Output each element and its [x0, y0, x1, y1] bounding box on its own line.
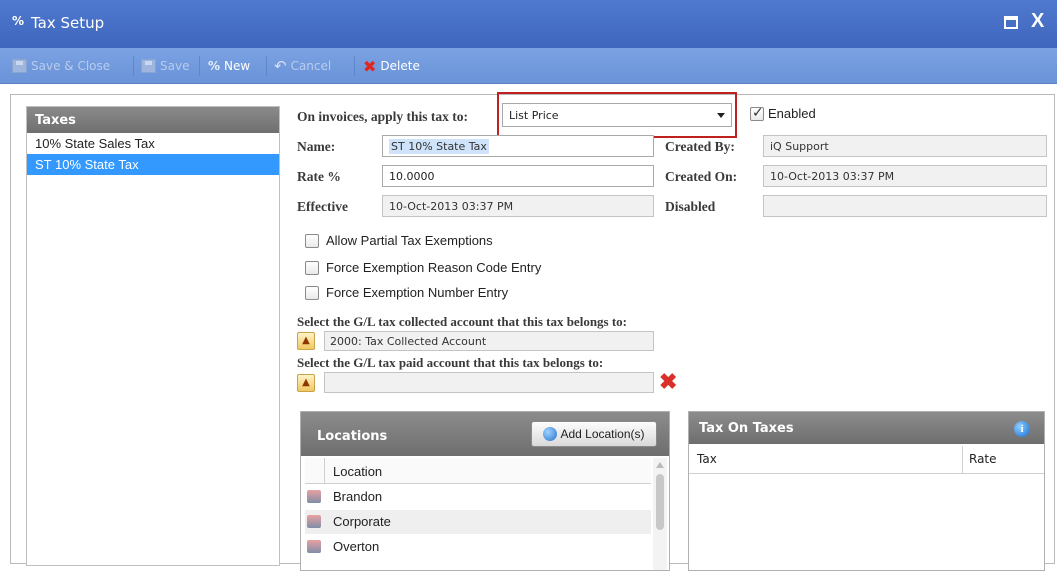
- maximize-icon[interactable]: [1004, 16, 1018, 29]
- rate-field[interactable]: 10.0000: [382, 165, 654, 187]
- scroll-thumb[interactable]: [656, 474, 664, 530]
- rate-label: Rate %: [297, 169, 341, 184]
- gl-paid-field[interactable]: [324, 372, 654, 393]
- tax-column-header[interactable]: Tax: [697, 452, 717, 466]
- created-on-field: 10-Oct-2013 03:37 PM: [763, 165, 1047, 187]
- account-lookup-icon[interactable]: ▲: [297, 332, 315, 350]
- highlight-box: [497, 92, 737, 138]
- info-icon[interactable]: i: [1014, 421, 1030, 437]
- name-value: ST 10% State Tax: [389, 139, 489, 154]
- enabled-label: Enabled: [768, 106, 816, 121]
- gl-collected-field[interactable]: 2000: Tax Collected Account: [324, 331, 654, 351]
- clear-icon[interactable]: ✖: [659, 371, 677, 393]
- apply-to-label: On invoices, apply this tax to:: [297, 109, 469, 124]
- cancel-label: Cancel: [290, 59, 332, 73]
- location-name: Overton: [333, 539, 380, 554]
- locations-title: Locations: [317, 429, 388, 444]
- toolbar-separator: [199, 56, 200, 76]
- tax-on-taxes-panel: Tax On Taxes i Tax Rate: [688, 411, 1045, 571]
- save-icon: [141, 59, 156, 73]
- delete-icon: ✖: [363, 56, 377, 76]
- save-close-button[interactable]: Save & Close: [12, 58, 110, 74]
- toolbar-separator: [133, 56, 134, 76]
- locations-grid-header: Location: [305, 458, 651, 484]
- location-name: Corporate: [333, 514, 391, 529]
- exemption-number-checkbox[interactable]: [305, 286, 319, 300]
- disabled-label: Disabled: [665, 199, 716, 214]
- add-location-button[interactable]: Add Location(s): [531, 421, 657, 447]
- table-row[interactable]: Corporate: [305, 510, 651, 534]
- taxes-panel: Taxes 10% State Sales Tax ST 10% State T…: [26, 106, 280, 566]
- effective-label: Effective: [297, 199, 348, 214]
- save-label: Save: [160, 59, 190, 73]
- window-title: Tax Setup: [31, 14, 105, 32]
- allow-partial-checkbox[interactable]: [305, 234, 319, 248]
- tax-on-taxes-header: Tax On Taxes i: [689, 412, 1044, 444]
- location-icon: [307, 540, 321, 553]
- exemption-number-label: Force Exemption Number Entry: [326, 285, 509, 300]
- tax-list-item[interactable]: 10% State Sales Tax: [27, 133, 279, 154]
- save-button[interactable]: Save: [141, 58, 189, 74]
- delete-button[interactable]: ✖ Delete: [363, 56, 420, 76]
- taxes-header: Taxes: [27, 107, 279, 133]
- row-header: [305, 458, 325, 483]
- title-bar: % Tax Setup X: [0, 0, 1057, 48]
- location-column-header[interactable]: Location: [333, 464, 382, 479]
- add-location-label: Add Location(s): [560, 427, 645, 441]
- table-row[interactable]: Overton: [305, 535, 651, 559]
- locations-panel: Locations Add Location(s) Location Brand…: [300, 411, 670, 571]
- toolbar: Save & Close Save % New ↶ Cancel ✖ Delet…: [0, 48, 1057, 84]
- save-icon: [12, 59, 27, 73]
- tax-on-taxes-title: Tax On Taxes: [699, 421, 794, 436]
- toolbar-separator: [354, 56, 355, 76]
- name-label: Name:: [297, 139, 336, 154]
- scroll-up-icon[interactable]: [656, 462, 664, 468]
- location-icon: [307, 515, 321, 528]
- rate-column-header[interactable]: Rate: [969, 452, 997, 466]
- vertical-scrollbar[interactable]: [653, 458, 667, 570]
- reason-code-checkbox[interactable]: [305, 261, 319, 275]
- undo-icon: ↶: [274, 57, 287, 75]
- gl-paid-label: Select the G/L tax paid account that thi…: [297, 355, 604, 370]
- new-button[interactable]: % New: [208, 58, 250, 74]
- disabled-field: [763, 195, 1047, 217]
- locations-header: Locations Add Location(s): [301, 412, 669, 456]
- globe-icon: [543, 427, 558, 441]
- created-by-field: iQ Support: [763, 135, 1047, 157]
- created-by-label: Created By:: [665, 139, 735, 154]
- created-on-label: Created On:: [665, 169, 738, 184]
- effective-field: 10-Oct-2013 03:37 PM: [382, 195, 654, 217]
- close-icon[interactable]: X: [1031, 10, 1044, 33]
- delete-label: Delete: [380, 59, 420, 73]
- location-icon: [307, 490, 321, 503]
- column-divider: [962, 446, 963, 473]
- new-label: New: [224, 59, 251, 73]
- name-field[interactable]: ST 10% State Tax: [382, 135, 654, 157]
- account-lookup-icon[interactable]: ▲: [297, 374, 315, 392]
- allow-partial-label: Allow Partial Tax Exemptions: [326, 233, 493, 248]
- tax-on-taxes-grid-header: Tax Rate: [689, 446, 1044, 474]
- gl-collected-label: Select the G/L tax collected account tha…: [297, 314, 628, 329]
- location-name: Brandon: [333, 489, 383, 504]
- tax-list-item-selected[interactable]: ST 10% State Tax: [27, 154, 279, 175]
- percent-icon: %: [208, 59, 221, 73]
- save-close-label: Save & Close: [31, 59, 111, 73]
- reason-code-label: Force Exemption Reason Code Entry: [326, 260, 542, 275]
- toolbar-separator: [266, 56, 267, 76]
- cancel-button[interactable]: ↶ Cancel: [274, 57, 332, 75]
- percent-icon: %: [12, 14, 25, 28]
- table-row[interactable]: Brandon: [305, 485, 651, 509]
- enabled-checkbox[interactable]: [750, 105, 764, 121]
